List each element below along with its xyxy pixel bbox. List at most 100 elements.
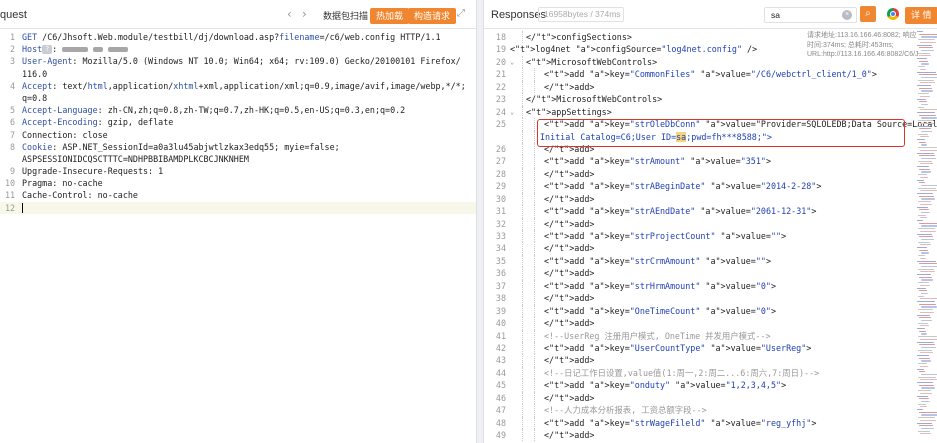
line-number: 29 <box>495 181 506 192</box>
minimap-line <box>917 206 928 208</box>
response-line: 30 </"t">add> <box>484 192 904 206</box>
request-line: ASPSESSIONIDCQSCTTTC=NDHPBBIBAMDPLKCBCJN… <box>0 153 476 165</box>
response-line-text: <!--UserReg 注册用户模式, OneTime 并发用户模式--> <box>544 330 771 341</box>
indent-guide <box>522 167 523 181</box>
fold-icon[interactable]: ⌄ <box>510 106 514 118</box>
minimap-line <box>920 109 937 111</box>
response-line: 31 <"t">add "a">key="strAEndDate" "a">val… <box>484 205 904 218</box>
request-line: 12 <box>0 201 476 214</box>
line-number: 21 <box>495 69 506 80</box>
indent-guide <box>534 167 535 181</box>
indent-guide <box>522 180 523 193</box>
indent-guide <box>522 267 523 280</box>
minimap-line <box>921 49 934 52</box>
minimap-line <box>920 122 934 124</box>
minimap-line <box>918 106 924 108</box>
response-line: 44 <!--日记工作日设置,value值(1:周一,2:周二...6:周六,7:… <box>484 366 904 380</box>
line-number: 1 <box>9 32 15 42</box>
minimap-line <box>920 419 936 421</box>
line-number: 38 <box>495 293 506 304</box>
expand-icon[interactable]: ⤢ <box>457 8 465 19</box>
response-line-text: <"t">appSettings> <box>526 106 612 117</box>
request-line: 5 Accept-Language: zh-CN,zh;q=0.8,zh-TW;q… <box>0 104 476 116</box>
indent-guide <box>534 317 535 330</box>
minimap-line <box>918 268 934 270</box>
chevron-left-icon[interactable]: ‹ <box>287 7 292 21</box>
indent-guide <box>522 379 523 392</box>
indent-guide <box>522 254 523 268</box>
response-line-text: <"t">add "a">key="OneTimeCount" "a">valu… <box>544 305 777 316</box>
request-editor[interactable]: 1 GET /C6/Jhsoft.Web.module/testbill/dj/d… <box>0 31 476 214</box>
minimap-line <box>918 52 930 54</box>
minimap-line <box>919 155 935 157</box>
minimap-line <box>917 314 930 316</box>
request-line: 9 Upgrade-Insecure-Requests: 1 <box>0 165 476 177</box>
minimap-line <box>921 252 929 254</box>
minimap-line <box>920 82 935 84</box>
minimap-line <box>918 390 931 392</box>
indent-guide <box>522 304 523 318</box>
minimap-line <box>921 306 937 308</box>
minimap-line <box>919 263 937 265</box>
text-cursor <box>22 203 23 214</box>
search-box[interactable]: sa × <box>764 7 857 23</box>
response-line: 22 </"t">add> <box>484 80 904 94</box>
search-input[interactable]: sa <box>771 10 780 20</box>
minimap-line <box>921 360 931 362</box>
indent-guide <box>534 130 535 143</box>
request-line-text: Upgrade-Insecure-Requests: 1 <box>22 166 164 177</box>
minimap-line <box>920 68 926 70</box>
indent-guide <box>534 391 535 405</box>
minimap-line <box>919 303 936 305</box>
minimap-line <box>918 255 925 257</box>
minimap-line <box>917 166 929 168</box>
packet-scan-button[interactable]: 数据包扫描 <box>317 8 374 24</box>
minimap-line <box>917 328 925 330</box>
indent-guide <box>522 429 523 442</box>
indent-guide <box>522 80 523 94</box>
response-viewer[interactable]: 18 </"t">configSections> 19 <"t">log4net "a… <box>484 31 937 442</box>
minimap-line <box>919 425 933 427</box>
hot-load-button[interactable]: 热加载 <box>370 8 410 24</box>
line-number: 44 <box>495 367 506 378</box>
indent-guide <box>534 254 535 268</box>
minimap-line <box>918 282 929 284</box>
pane-divider[interactable] <box>476 0 484 443</box>
request-line-text: Connection: close <box>22 129 108 140</box>
code-minimap[interactable] <box>917 31 937 443</box>
detail-button[interactable]: 详 情 <box>905 7 937 24</box>
minimap-line <box>917 193 933 195</box>
clear-icon[interactable]: × <box>842 10 852 20</box>
minimap-line <box>918 309 933 311</box>
minimap-line <box>917 247 927 249</box>
response-line-text: <!--人力成本分析报表, 工资总额字段--> <box>544 405 707 416</box>
indent-guide <box>522 205 523 218</box>
minimap-line <box>920 95 930 97</box>
minimap-line <box>921 225 937 227</box>
minimap-line <box>921 76 937 79</box>
request-line-text: 116.0 <box>22 68 48 79</box>
chevron-right-icon[interactable]: › <box>302 7 307 21</box>
line-number: 45 <box>495 380 506 391</box>
minimap-line <box>920 257 926 259</box>
minimap-line <box>917 85 931 87</box>
minimap-line <box>921 171 931 173</box>
request-line-text: Accept-Language: zh-CN,zh;q=0.8,zh-TW;q=… <box>22 105 406 116</box>
request-line-text: Pragma: no-cache <box>22 178 103 189</box>
line-number: 31 <box>495 206 506 217</box>
line-number: 25 <box>495 119 506 130</box>
search-icon[interactable]: ⌕ <box>860 6 876 22</box>
fold-icon[interactable]: ⌄ <box>510 56 514 68</box>
minimap-line <box>918 174 927 176</box>
construct-request-button[interactable]: 构造请求 <box>408 8 457 24</box>
minimap-line <box>919 74 937 76</box>
minimap-line <box>921 333 927 335</box>
request-line: 7 Connection: close <box>0 129 476 141</box>
minimap-line <box>918 376 936 378</box>
minimap-line <box>919 141 926 143</box>
minimap-line <box>919 60 928 62</box>
indent-guide <box>534 230 535 243</box>
response-line-text: <"t">add "a">key="CommonFiles" "a">value… <box>544 69 877 80</box>
chrome-icon[interactable] <box>887 8 899 20</box>
request-line-text <box>22 202 23 214</box>
